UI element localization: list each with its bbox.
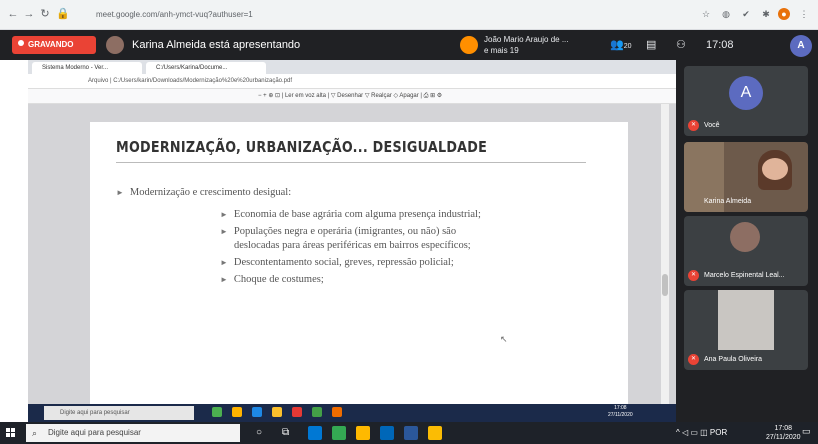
participant-tile-marcelo[interactable]: ✕ Marcelo Espinental Leal... bbox=[684, 216, 808, 286]
participant-count: 20 bbox=[623, 43, 632, 50]
inner-app-icon bbox=[252, 407, 262, 417]
slide-sub-bullet: ► Descontentamento social, greves, repres… bbox=[220, 257, 454, 268]
slide-sub-bullet: ► Populações negra e operária (imigrantes… bbox=[220, 226, 457, 237]
word-icon[interactable] bbox=[404, 426, 418, 440]
participant-avatar bbox=[730, 222, 760, 252]
extension-icon[interactable]: ◍ bbox=[720, 8, 732, 20]
edge-icon[interactable] bbox=[308, 426, 322, 440]
inner-app-icon bbox=[312, 407, 322, 417]
taskbar-search-input[interactable]: Digite aqui para pesquisar bbox=[26, 424, 240, 442]
activities-icon[interactable]: ⚇ bbox=[676, 38, 686, 52]
windows-start-icon[interactable] bbox=[6, 428, 16, 438]
address-bar[interactable]: meet.google.com/anh-ymct-vuq?authuser=1 bbox=[96, 7, 586, 22]
self-tile-avatar: A bbox=[729, 76, 763, 110]
inner-tab-1: Sistema Moderno - Ver... bbox=[32, 62, 142, 74]
taskbar-clock[interactable]: 17:08 27/11/2020 bbox=[766, 424, 801, 442]
pdf-toolbar: − + ⊕ ⊡ | Ler em voz alta | ▽ Desenhar ▽… bbox=[28, 89, 676, 104]
recording-dot-icon bbox=[18, 40, 24, 46]
participant-face bbox=[762, 158, 788, 180]
mouse-cursor-icon: ↖ bbox=[500, 334, 508, 344]
system-tray[interactable]: ^ ◁ ▭ ◫ POR bbox=[676, 428, 727, 438]
participant-name: Ana Paula Oliveira bbox=[704, 356, 762, 363]
slide-bullet-main: ► Modernização e crescimento desigual: bbox=[116, 187, 292, 198]
participant-video bbox=[718, 290, 774, 350]
shared-screen: Sistema Moderno - Ver... C:/Users/Karina… bbox=[28, 60, 676, 422]
participant-name-main: João Mario Araujo de ... bbox=[484, 35, 569, 44]
slide-sub-bullet-cont: deslocadas para áreas periféricas em bai… bbox=[234, 240, 471, 251]
pdf-page: MODERNIZAÇÃO, URBANIZAÇÃO... DESIGUALDAD… bbox=[90, 122, 628, 422]
participant-tile-ana[interactable]: ✕ Ana Paula Oliveira bbox=[684, 290, 808, 370]
inner-tab-2: C:/Users/Karina/Docume... bbox=[146, 62, 266, 74]
inner-app-icon bbox=[272, 407, 282, 417]
participant-tile-self[interactable]: A ✕ Você bbox=[684, 66, 808, 136]
app-icon[interactable] bbox=[428, 426, 442, 440]
search-icon: ⌕ bbox=[32, 428, 38, 438]
chrome-icon[interactable] bbox=[332, 426, 346, 440]
participant-name-sub: e mais 19 bbox=[484, 46, 519, 55]
slide-sub-bullet: ► Choque de costumes; bbox=[220, 274, 324, 285]
pdf-scroll-thumb[interactable] bbox=[662, 274, 668, 296]
cortana-icon[interactable]: ○ bbox=[256, 426, 270, 440]
people-icon[interactable]: 👥20 bbox=[610, 38, 632, 54]
inner-app-icon bbox=[292, 407, 302, 417]
participant-name: Marcelo Espinental Leal... bbox=[704, 272, 785, 279]
inner-app-icon bbox=[232, 407, 242, 417]
slide-title: MODERNIZAÇÃO, URBANIZAÇÃO... DESIGUALDAD… bbox=[116, 138, 488, 156]
participant-name: João Mario Araujo de ... e mais 19 bbox=[484, 34, 584, 56]
slide-sub-bullet: ► Economia de base agrária com alguma pre… bbox=[220, 209, 481, 220]
participant-name: Você bbox=[704, 122, 720, 129]
recording-label: GRAVANDO bbox=[28, 40, 74, 49]
participant-name: Karina Almeida bbox=[704, 198, 752, 205]
menu-kebab-icon[interactable]: ⋮ bbox=[798, 8, 810, 20]
meet-clock: 17:08 bbox=[706, 39, 734, 51]
profile-icon[interactable]: ● bbox=[778, 8, 790, 20]
taskbar-time: 17:08 bbox=[774, 425, 793, 432]
mic-off-icon: ✕ bbox=[688, 354, 699, 365]
extensions-puzzle-icon[interactable]: ✱ bbox=[760, 8, 772, 20]
forward-icon[interactable]: → bbox=[22, 7, 36, 21]
chat-icon[interactable]: ▤ bbox=[646, 38, 656, 52]
pdf-viewer: MODERNIZAÇÃO, URBANIZAÇÃO... DESIGUALDAD… bbox=[28, 104, 676, 422]
notifications-icon[interactable]: ▭ bbox=[802, 426, 814, 438]
task-view-icon[interactable]: ⧉ bbox=[282, 426, 296, 440]
participant-tile-karina[interactable]: Karina Almeida bbox=[684, 142, 808, 212]
check-icon[interactable]: ✔ bbox=[740, 8, 752, 20]
store-icon[interactable] bbox=[380, 426, 394, 440]
self-avatar: A bbox=[790, 35, 812, 57]
mic-off-icon: ✕ bbox=[688, 120, 699, 131]
inner-app-icon bbox=[332, 407, 342, 417]
pdf-scrollbar[interactable] bbox=[661, 104, 669, 404]
slide-divider bbox=[116, 162, 586, 163]
lock-icon: 🔒 bbox=[56, 8, 70, 20]
reload-icon[interactable]: ↻ bbox=[38, 7, 52, 21]
back-icon[interactable]: ← bbox=[6, 7, 20, 21]
inner-app-icon bbox=[212, 407, 222, 417]
star-icon[interactable]: ☆ bbox=[700, 8, 712, 20]
recording-badge: GRAVANDO bbox=[12, 36, 96, 54]
participant-avatar bbox=[460, 36, 478, 54]
mic-off-icon: ✕ bbox=[688, 270, 699, 281]
inner-address-bar: Arquivo | C:/Users/karin/Downloads/Moder… bbox=[28, 74, 676, 89]
taskbar-date: 27/11/2020 bbox=[766, 434, 801, 441]
inner-taskbar-search: Digite aqui para pesquisar bbox=[44, 406, 194, 420]
presenter-avatar bbox=[106, 36, 124, 54]
presenting-text: Karina Almeida está apresentando bbox=[132, 39, 301, 51]
file-explorer-icon[interactable] bbox=[356, 426, 370, 440]
inner-taskbar-clock: 17:08 27/11/2020 bbox=[608, 405, 633, 418]
